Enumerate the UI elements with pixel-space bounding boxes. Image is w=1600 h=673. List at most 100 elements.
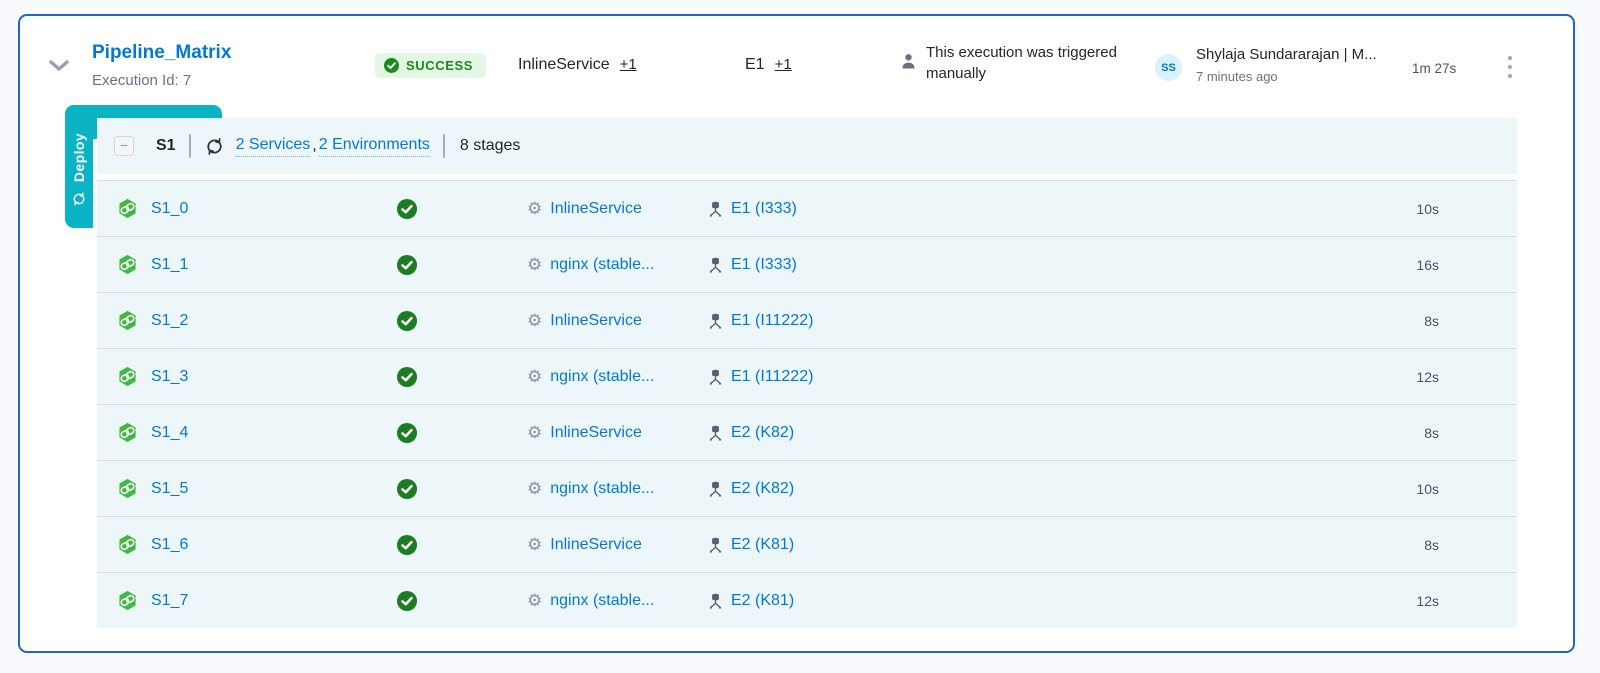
environment-icon (707, 424, 724, 442)
collapse-matrix-button[interactable]: − (114, 136, 134, 156)
status-badge: SUCCESS (375, 53, 486, 78)
environment-icon (707, 480, 724, 498)
environment-icon (707, 592, 724, 610)
service-cell: ⚙ nginx (stable... (527, 592, 707, 610)
environment-cell: E1 (I11222) (707, 368, 1416, 386)
environment-cell: E1 (I333) (707, 200, 1416, 218)
service-cell: ⚙ InlineService (527, 536, 707, 554)
service-link[interactable]: InlineService (550, 536, 642, 554)
total-duration: 1m 27s (1412, 61, 1456, 76)
stage-row[interactable]: S1_2 ⚙ InlineService E1 (I11222 (97, 292, 1517, 348)
environment-link[interactable]: E2 (K81) (731, 592, 794, 610)
stage-name-link[interactable]: S1_4 (151, 424, 188, 442)
service-link[interactable]: nginx (stable... (550, 480, 654, 498)
user-icon (900, 52, 917, 84)
service-link[interactable]: nginx (stable... (550, 368, 654, 386)
stage-duration: 10s (1416, 201, 1439, 217)
stage-cell: S1_6 (97, 534, 377, 555)
stage-link-icon (117, 534, 138, 555)
stage-name-link[interactable]: S1_2 (151, 312, 188, 330)
triggered-time: 7 minutes ago (1196, 69, 1377, 84)
environment-link[interactable]: E2 (K82) (731, 424, 794, 442)
success-check-icon (377, 479, 417, 499)
environments-summary: E1 +1 (745, 56, 792, 74)
success-check-icon (377, 535, 417, 555)
execution-id: Execution Id: 7 (92, 72, 231, 89)
sync-icon (71, 191, 87, 207)
stage-row[interactable]: S1_6 ⚙ InlineService E2 (K81) (97, 516, 1517, 572)
deploy-stage-tab[interactable]: Deploy (65, 105, 93, 228)
stage-cell: S1_3 (97, 366, 377, 387)
stage-duration: 8s (1424, 537, 1439, 553)
matrix-rows: S1_0 ⚙ InlineService E1 (I333) (97, 180, 1517, 628)
stage-count: 8 stages (460, 137, 520, 155)
stage-row[interactable]: S1_5 ⚙ nginx (stable... E2 (K82 (97, 460, 1517, 516)
service-gear-icon: ⚙ (527, 480, 542, 497)
service-gear-icon: ⚙ (527, 256, 542, 273)
service-link[interactable]: nginx (stable... (550, 592, 654, 610)
environments-link[interactable]: 2 Environments (319, 136, 430, 157)
service-cell: ⚙ InlineService (527, 200, 707, 218)
service-link[interactable]: InlineService (550, 312, 642, 330)
stage-name-link[interactable]: S1_7 (151, 592, 188, 610)
environment-link[interactable]: E1 (I11222) (731, 312, 813, 330)
more-environments-link[interactable]: +1 (775, 56, 792, 73)
deploy-tab-label: Deploy (71, 133, 87, 182)
service-link[interactable]: InlineService (550, 200, 642, 218)
service-gear-icon: ⚙ (527, 592, 542, 609)
environment-cell: E2 (K82) (707, 480, 1416, 498)
more-services-link[interactable]: +1 (620, 56, 637, 73)
environment-link[interactable]: E1 (I333) (731, 200, 797, 218)
pipeline-title[interactable]: Pipeline_Matrix (92, 42, 231, 64)
stage-name-link[interactable]: S1_1 (151, 256, 188, 274)
status-cell (377, 367, 527, 387)
environment-cell: E1 (I11222) (707, 312, 1424, 330)
service-link[interactable]: nginx (stable... (550, 256, 654, 274)
success-check-icon (377, 423, 417, 443)
success-check-icon (377, 199, 417, 219)
stage-cell: S1_0 (97, 198, 377, 219)
stage-row[interactable]: S1_1 ⚙ nginx (stable... E1 (I33 (97, 236, 1517, 292)
stage-cell: S1_2 (97, 310, 377, 331)
stage-name-link[interactable]: S1_0 (151, 200, 188, 218)
environment-link[interactable]: E1 (I333) (731, 256, 797, 274)
service-link[interactable]: InlineService (550, 424, 642, 442)
matrix-loop-icon (204, 136, 225, 157)
divider (443, 134, 445, 158)
stage-cell: S1_5 (97, 478, 377, 499)
stage-name-link[interactable]: S1_3 (151, 368, 188, 386)
services-link[interactable]: 2 Services (236, 136, 311, 157)
stage-name-link[interactable]: S1_6 (151, 536, 188, 554)
status-cell (377, 255, 527, 275)
stage-duration: 16s (1416, 257, 1439, 273)
service-gear-icon: ⚙ (527, 368, 542, 385)
success-check-icon (377, 367, 417, 387)
stage-link-icon (117, 198, 138, 219)
stage-row[interactable]: S1_0 ⚙ InlineService E1 (I333) (97, 180, 1517, 236)
stage-duration: 12s (1416, 593, 1439, 609)
stage-duration: 10s (1416, 481, 1439, 497)
stage-link-icon (117, 422, 138, 443)
stage-row[interactable]: S1_3 ⚙ nginx (stable... E1 (I11 (97, 348, 1517, 404)
stage-link-icon (117, 310, 138, 331)
stage-row[interactable]: S1_7 ⚙ nginx (stable... E2 (K81 (97, 572, 1517, 628)
stage-row[interactable]: S1_4 ⚙ InlineService E2 (K82) (97, 404, 1517, 460)
service-cell: ⚙ InlineService (527, 424, 707, 442)
more-options-button[interactable] (1500, 54, 1520, 80)
success-check-icon (377, 591, 417, 611)
avatar[interactable]: SS (1155, 54, 1182, 81)
environment-icon (707, 368, 724, 386)
chevron-down-icon[interactable] (47, 58, 71, 74)
environment-link[interactable]: E2 (K81) (731, 536, 794, 554)
environment-icon (707, 312, 724, 330)
environment-link[interactable]: E1 (I11222) (731, 368, 813, 386)
matrix-name: S1 (156, 137, 176, 155)
environment-cell: E1 (I333) (707, 256, 1416, 274)
stage-name-link[interactable]: S1_5 (151, 480, 188, 498)
stage-cell: S1_4 (97, 422, 377, 443)
success-check-icon (377, 311, 417, 331)
stage-link-icon (117, 366, 138, 387)
user-name: Shylaja Sundararajan | M... (1196, 46, 1377, 63)
pipeline-title-block: Pipeline_Matrix Execution Id: 7 (92, 42, 231, 89)
environment-link[interactable]: E2 (K82) (731, 480, 794, 498)
